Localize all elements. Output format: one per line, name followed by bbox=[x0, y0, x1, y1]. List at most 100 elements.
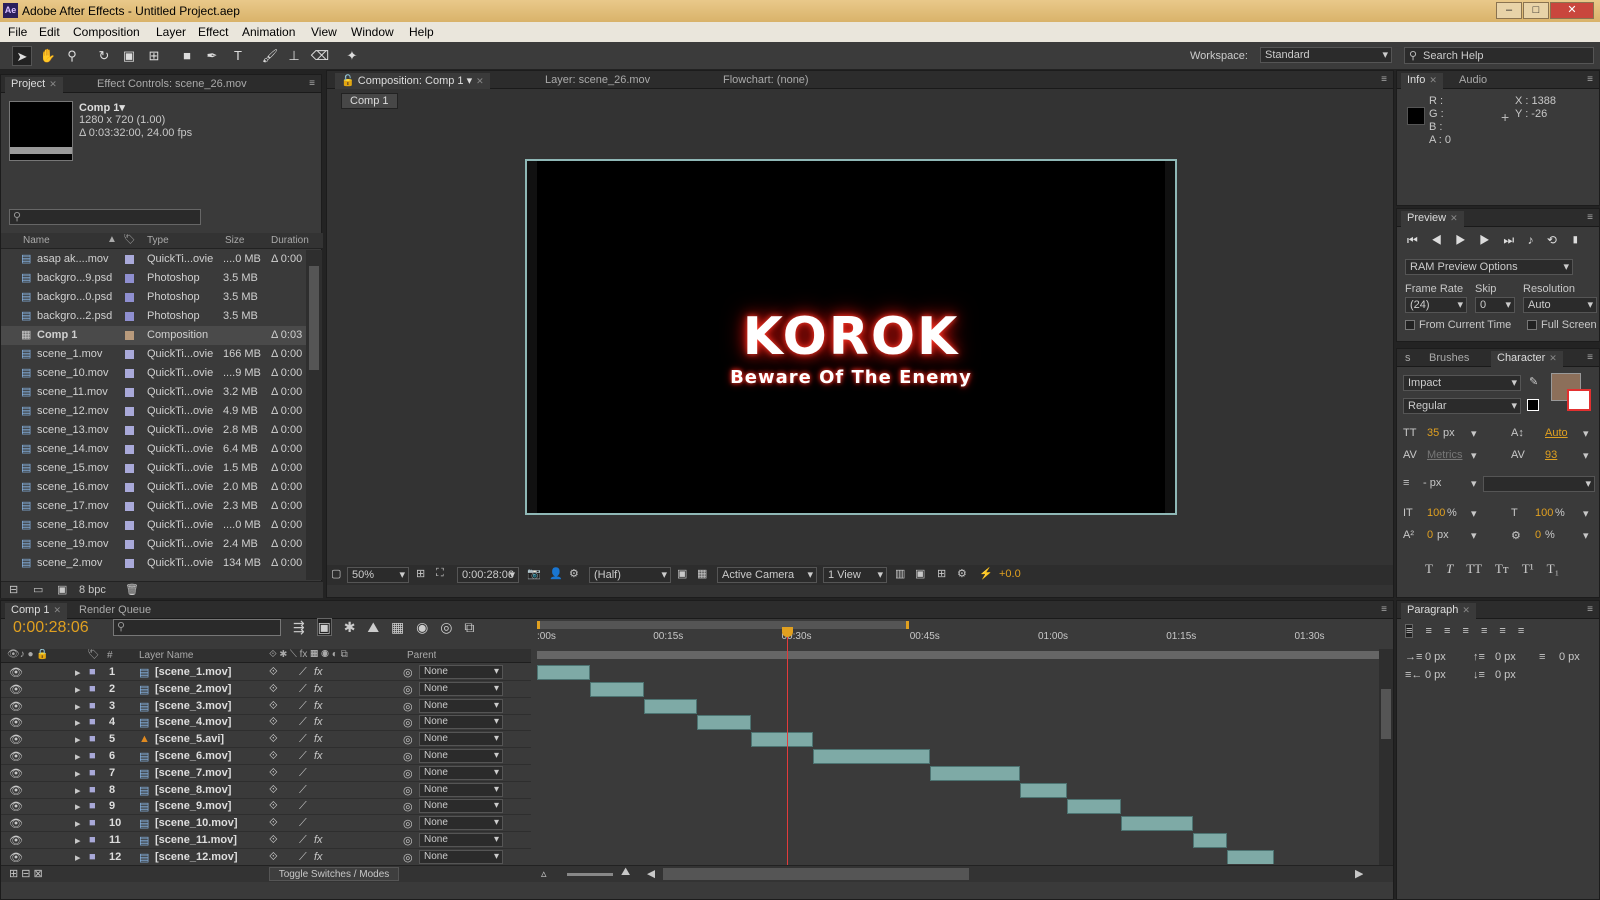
quality-switch-icon[interactable]: ⟋ bbox=[299, 683, 307, 696]
eraser-tool-icon[interactable]: ⌫ bbox=[310, 46, 330, 66]
layer-row[interactable]: 👁 ▸ ■ 3 ▤ [scene_3.mov] ⟐ ⟋ ◎ fx None bbox=[1, 698, 531, 715]
reset-exposure-icon[interactable]: ⚡ bbox=[979, 567, 993, 580]
pick-whip-icon[interactable]: ◎ bbox=[403, 800, 413, 813]
layer-label-swatch[interactable]: ■ bbox=[89, 851, 96, 863]
layer-row[interactable]: 👁 ▸ ■ 12 ▤ [scene_12.mov] ⟐ ⟋ ◎ fx None bbox=[1, 849, 531, 864]
comp-name[interactable]: Comp 1▾ bbox=[79, 101, 125, 114]
vertical-scale-dropdown-arrow-icon[interactable]: ▾ bbox=[1471, 507, 1477, 520]
shy-switch-icon[interactable]: ⟐ bbox=[269, 700, 278, 713]
layer-name[interactable]: [scene_7.mov] bbox=[155, 767, 231, 779]
stroke-width-dropdown-arrow-icon[interactable]: ▾ bbox=[1471, 477, 1477, 490]
timeline-timecode[interactable]: 0:00:28:06 bbox=[13, 619, 89, 637]
layer-row[interactable]: 👁 ▸ ■ 11 ▤ [scene_11.mov] ⟐ ⟋ ◎ fx None bbox=[1, 832, 531, 849]
pick-whip-icon[interactable]: ◎ bbox=[403, 767, 413, 780]
space-after-value[interactable]: 0 px bbox=[1495, 669, 1516, 681]
layer-label-swatch[interactable]: ■ bbox=[89, 700, 96, 712]
exposure-value[interactable]: +0.0 bbox=[999, 568, 1021, 580]
tab-character[interactable]: Character ✕ bbox=[1491, 351, 1563, 367]
frame-blending-icon[interactable]: ⛰ bbox=[367, 619, 379, 635]
comp-breadcrumb[interactable]: Comp 1 bbox=[341, 93, 398, 109]
play-icon[interactable]: ▶ bbox=[1455, 233, 1466, 247]
tab-effect-controls[interactable]: Effect Controls: scene_26.mov bbox=[91, 77, 253, 93]
project-item[interactable]: ▤ scene_19.mov QuickTi...ovie 2.4 MB Δ 0:00 bbox=[1, 535, 306, 554]
shy-switch-icon[interactable]: ⟐ bbox=[269, 767, 278, 780]
project-item[interactable]: ▤ scene_12.mov QuickTi...ovie 4.9 MB Δ 0:00 bbox=[1, 402, 306, 421]
maximize-button[interactable]: □ bbox=[1523, 2, 1549, 19]
layer-duration-bar[interactable] bbox=[1067, 799, 1121, 815]
camera-view-dropdown[interactable]: Active Camera bbox=[717, 567, 817, 583]
project-search-input[interactable]: ⚲ bbox=[9, 209, 201, 225]
close-button[interactable]: ✕ bbox=[1550, 2, 1594, 19]
brush-tool-icon[interactable]: 🖌 bbox=[260, 46, 280, 66]
column-type[interactable]: Type bbox=[147, 235, 169, 246]
project-item[interactable]: ▤ scene_11.mov QuickTi...ovie 3.2 MB Δ 0:00 bbox=[1, 383, 306, 402]
layer-duration-bar[interactable] bbox=[590, 681, 644, 697]
layer-row[interactable]: 👁 ▸ ■ 8 ▤ [scene_8.mov] ⟐ ⟋ ◎ None bbox=[1, 782, 531, 799]
tab-audio[interactable]: Audio bbox=[1453, 73, 1493, 89]
parent-dropdown[interactable]: None bbox=[419, 782, 503, 797]
quality-switch-icon[interactable]: ⟋ bbox=[299, 767, 307, 780]
effect-switch-icon[interactable]: fx bbox=[314, 666, 323, 678]
draft-3d-icon[interactable]: ▣ bbox=[316, 618, 332, 636]
effect-switch-icon[interactable]: fx bbox=[314, 733, 323, 745]
tab-truncated[interactable]: s bbox=[1399, 351, 1417, 367]
layer-name[interactable]: [scene_2.mov] bbox=[155, 683, 231, 695]
layer-label-swatch[interactable]: ■ bbox=[89, 666, 96, 678]
label-swatch[interactable] bbox=[125, 540, 134, 549]
quality-switch-icon[interactable]: ⟋ bbox=[299, 700, 307, 713]
panel-menu-icon[interactable]: ≡ bbox=[1587, 212, 1593, 223]
label-swatch[interactable] bbox=[125, 521, 134, 530]
layer-name[interactable]: [scene_11.mov] bbox=[155, 834, 237, 846]
font-family-dropdown[interactable]: Impact bbox=[1403, 375, 1521, 391]
tsume-dropdown-arrow-icon[interactable]: ▾ bbox=[1583, 529, 1589, 542]
expand-arrow-icon[interactable]: ▸ bbox=[75, 851, 81, 864]
menu-window[interactable]: Window bbox=[351, 25, 394, 39]
justify-center-icon[interactable]: ≡ bbox=[1481, 625, 1487, 637]
tab-preview[interactable]: Preview ✕ bbox=[1401, 211, 1464, 227]
show-snapshot-icon[interactable]: 👤 bbox=[549, 567, 563, 580]
video-visibility-icon[interactable]: 👁 bbox=[9, 817, 23, 830]
timeline-search-input[interactable]: ⚲ bbox=[113, 619, 281, 636]
video-visibility-icon[interactable]: 👁 bbox=[9, 716, 23, 729]
label-swatch[interactable] bbox=[125, 483, 134, 492]
panel-menu-icon[interactable]: ≡ bbox=[1587, 604, 1593, 615]
audio-icon[interactable]: ♪ bbox=[1528, 233, 1534, 247]
type-tool-icon[interactable]: T bbox=[228, 46, 248, 66]
expand-arrow-icon[interactable]: ▸ bbox=[75, 716, 81, 729]
parent-dropdown[interactable]: None bbox=[419, 715, 503, 730]
project-item[interactable]: ▤ backgro...0.psd Photoshop 3.5 MB bbox=[1, 288, 306, 307]
shy-switch-icon[interactable]: ⟐ bbox=[269, 716, 278, 729]
menu-help[interactable]: Help bbox=[409, 25, 434, 39]
delete-icon[interactable]: 🗑 bbox=[125, 583, 139, 596]
project-item[interactable]: ▦ Comp 1 Composition Δ 0:03 bbox=[1, 326, 306, 345]
tab-flowchart[interactable]: Flowchart: (none) bbox=[717, 73, 815, 89]
column-duration[interactable]: Duration bbox=[271, 235, 309, 246]
justify-left-icon[interactable]: ≡ bbox=[1462, 625, 1468, 637]
align-right-icon[interactable]: ≡ bbox=[1444, 625, 1450, 637]
parent-dropdown[interactable]: None bbox=[419, 816, 503, 831]
pick-whip-icon[interactable]: ◎ bbox=[403, 834, 413, 847]
expand-arrow-icon[interactable]: ▸ bbox=[75, 750, 81, 763]
pick-whip-icon[interactable]: ◎ bbox=[403, 666, 413, 679]
parent-dropdown[interactable]: None bbox=[419, 833, 503, 847]
effect-switch-icon[interactable]: fx bbox=[314, 683, 323, 695]
pick-whip-icon[interactable]: ◎ bbox=[403, 733, 413, 746]
label-swatch[interactable] bbox=[125, 426, 134, 435]
comp-flowchart-icon[interactable]: ⊞ ⊟ ⊠ bbox=[9, 867, 43, 880]
quality-switch-icon[interactable]: ⟋ bbox=[299, 733, 307, 746]
shy-switch-icon[interactable]: ⟐ bbox=[269, 851, 278, 864]
layer-name[interactable]: [scene_5.avi] bbox=[155, 733, 224, 745]
layer-duration-bar[interactable] bbox=[1193, 833, 1228, 848]
time-ruler[interactable]: :00s 00:15s 00:30s 00:45s 01:00s 01:15s 01:30s bbox=[537, 613, 1379, 659]
label-swatch[interactable] bbox=[125, 331, 134, 340]
layer-name[interactable]: [scene_4.mov] bbox=[155, 716, 231, 728]
layer-row[interactable]: 👁 ▸ ■ 7 ▤ [scene_7.mov] ⟐ ⟋ ◎ None bbox=[1, 765, 531, 782]
quality-switch-icon[interactable]: ⟋ bbox=[299, 800, 307, 813]
layer-duration-bar[interactable] bbox=[1227, 849, 1275, 864]
layer-label-swatch[interactable]: ■ bbox=[89, 800, 96, 812]
composition-mini-flowchart-icon[interactable]: ⇶ bbox=[293, 619, 305, 635]
leading-value[interactable]: Auto bbox=[1545, 427, 1568, 439]
layer-label-swatch[interactable]: ■ bbox=[89, 750, 96, 762]
timeline-icon[interactable]: ⊞ bbox=[937, 567, 946, 580]
channels-icon[interactable]: ⚙ bbox=[569, 567, 579, 580]
